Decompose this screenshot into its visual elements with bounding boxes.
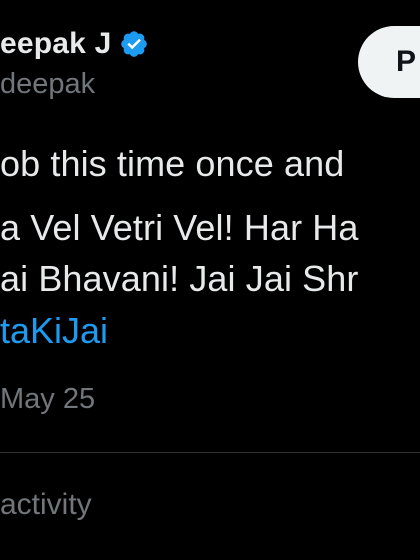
author-row[interactable]: eepak J [0,24,149,64]
verified-badge-icon [119,29,149,59]
tweet-text-line-3: ai Bhavani! Jai Jai Shr [0,258,359,299]
handle-text: deepak [0,68,96,100]
hashtag-link[interactable]: taKiJai [0,310,108,352]
view-post-activity-link[interactable]: activity [0,488,92,522]
author-handle[interactable]: deepak [0,68,95,101]
author-name[interactable]: eepak J [0,27,111,61]
tweet-text-line-2: a Vel Vetri Vel! Har Ha [0,207,359,248]
follow-button[interactable]: P [358,26,420,98]
tweet-text-line-1: ob this time once and [0,143,345,184]
divider [0,452,420,453]
tweet-timestamp[interactable]: May 25 [0,383,95,416]
tweet-detail-screen: eepak J deepak P ob this time once and a… [0,0,420,560]
follow-button-label: P [396,45,417,78]
